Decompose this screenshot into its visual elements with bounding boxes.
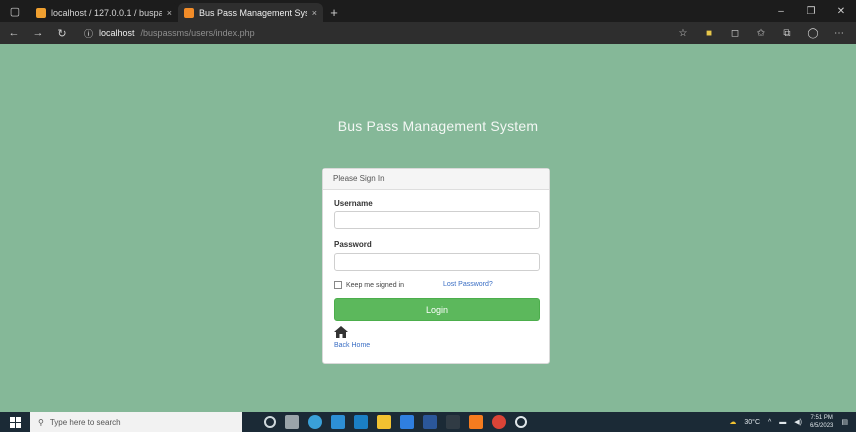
more-icon[interactable]: ⋯: [832, 28, 846, 39]
search-icon: ⚲: [38, 417, 44, 427]
login-panel: Please Sign In Username Password Keep me…: [322, 168, 550, 364]
remember-me[interactable]: Keep me signed in: [334, 281, 404, 289]
system-tray: ☁ 30°C ^ ▬ ◀) 7:51 PM 6/5/2023 ▤: [729, 414, 856, 430]
browser-toolbar: ← → ↻ ⓘ localhost/buspassms/users/index.…: [0, 22, 856, 44]
windows-start-icon[interactable]: [0, 412, 30, 432]
terminal-icon[interactable]: [446, 415, 460, 429]
login-button[interactable]: Login: [334, 298, 540, 321]
weather-icon[interactable]: ☁: [729, 418, 736, 426]
search-placeholder: Type here to search: [49, 417, 121, 427]
clock-time: 7:51 PM: [810, 415, 833, 421]
taskbar: ⚲ Type here to search ☁ 30°C ^ ▬ ◀) 7:51…: [0, 412, 856, 432]
taskbar-search[interactable]: ⚲ Type here to search: [30, 412, 242, 432]
favorites-icon[interactable]: ✩: [754, 28, 768, 39]
tray-chevron-icon[interactable]: ^: [768, 419, 771, 426]
word-icon[interactable]: [423, 415, 437, 429]
tab-bus-pass[interactable]: Bus Pass Management System | Us ×: [178, 3, 323, 22]
forward-icon[interactable]: →: [30, 27, 46, 39]
file-explorer-icon[interactable]: [377, 415, 391, 429]
chrome-icon[interactable]: [492, 415, 506, 429]
notifications-icon[interactable]: ▤: [841, 418, 848, 426]
cortana-icon[interactable]: [264, 416, 276, 428]
page-viewport: Bus Pass Management System Please Sign I…: [0, 44, 856, 412]
maximize-icon[interactable]: ❐: [796, 0, 826, 22]
password-input[interactable]: [334, 253, 540, 271]
screen: ▢ localhost / 127.0.0.1 / buspassms × Bu…: [0, 0, 856, 432]
site-title: Bus Pass Management System: [337, 118, 539, 134]
panel-heading: Please Sign In: [323, 169, 549, 190]
refresh-icon[interactable]: ↻: [54, 27, 70, 40]
forgot-password-link[interactable]: Lost Password?: [443, 281, 493, 288]
new-tab-button[interactable]: +: [323, 3, 345, 22]
vscode-icon[interactable]: [354, 415, 368, 429]
circle-app-icon[interactable]: [515, 416, 527, 428]
profile-icon[interactable]: ◯: [806, 28, 820, 39]
mail-icon[interactable]: [400, 415, 414, 429]
window-controls: – ❐ ✕: [766, 0, 856, 22]
site-favicon-icon: [184, 7, 194, 18]
temperature: 30°C: [744, 418, 760, 426]
phpmyadmin-favicon-icon: [36, 7, 46, 18]
split-screen-icon[interactable]: ◻: [728, 28, 742, 39]
minimize-icon[interactable]: –: [766, 0, 796, 22]
username-input[interactable]: [334, 211, 540, 229]
volume-icon[interactable]: ◀): [794, 418, 802, 426]
read-aloud-icon[interactable]: ☆: [676, 28, 690, 39]
browser-tools: ☆ ■ ◻ ✩ ⧉ ◯ ⋯: [676, 28, 850, 39]
url-path: /buspassms/users/index.php: [140, 28, 255, 38]
tab-close-icon[interactable]: ×: [167, 8, 172, 18]
tab-actions-icon[interactable]: ▢: [0, 0, 30, 22]
info-icon[interactable]: ⓘ: [84, 27, 93, 40]
remember-label: Keep me signed in: [346, 281, 404, 289]
clock-date: 6/5/2023: [810, 423, 834, 429]
clock[interactable]: 7:51 PM 6/5/2023: [810, 414, 833, 430]
tab-close-icon[interactable]: ×: [312, 8, 317, 18]
network-icon[interactable]: ▬: [779, 419, 786, 426]
username-label: Username: [334, 199, 373, 208]
extensions-icon[interactable]: ■: [702, 28, 716, 39]
tab-phpmyadmin[interactable]: localhost / 127.0.0.1 / buspassms ×: [30, 3, 178, 22]
address-bar[interactable]: ⓘ localhost/buspassms/users/index.php: [78, 25, 668, 41]
password-label: Password: [334, 240, 372, 249]
xampp-icon[interactable]: [469, 415, 483, 429]
tab-title: Bus Pass Management System | Us: [199, 7, 307, 18]
collections-icon[interactable]: ⧉: [780, 28, 794, 39]
back-home-link[interactable]: Back Home: [334, 342, 370, 349]
taskbar-apps: [242, 415, 527, 429]
url-host: localhost: [99, 28, 135, 38]
task-view-icon[interactable]: [285, 415, 299, 429]
remember-checkbox[interactable]: [334, 281, 342, 289]
close-window-icon[interactable]: ✕: [826, 0, 856, 22]
tab-title: localhost / 127.0.0.1 / buspassms: [51, 7, 162, 18]
edge-icon[interactable]: [308, 415, 322, 429]
store-icon[interactable]: [331, 415, 345, 429]
browser-tab-strip: ▢ localhost / 127.0.0.1 / buspassms × Bu…: [0, 0, 856, 22]
back-icon[interactable]: ←: [6, 27, 22, 39]
home-icon[interactable]: [334, 326, 348, 338]
